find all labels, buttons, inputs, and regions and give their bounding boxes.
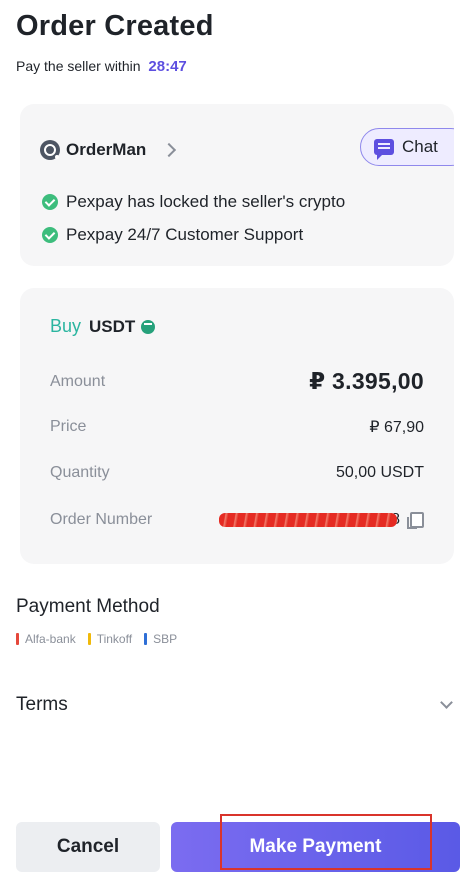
trade-asset: USDT [89, 316, 136, 336]
order-number-value: 8 [219, 511, 424, 529]
quantity-value: 50,00 USDT [335, 464, 424, 481]
assurance-item: Pexpay 24/7 Customer Support [42, 225, 303, 245]
payment-method-item: Tinkoff [87, 632, 133, 646]
order-details-card: Buy USDT Amount ₽ 3.395,00 Price ₽ 67,90… [20, 288, 454, 564]
price-row: Price ₽ 67,90 [50, 417, 424, 437]
method-color-bar [16, 633, 19, 645]
tether-icon [141, 319, 156, 334]
check-circle-icon [42, 227, 58, 243]
assurance-text: Pexpay has locked the seller's crypto [66, 192, 346, 211]
chat-icon [374, 139, 394, 160]
amount-label: Amount [50, 372, 106, 390]
order-number-row: Order Number 8 [50, 511, 424, 529]
terms-toggle[interactable]: Terms [16, 694, 68, 716]
payment-method-name: Alfa-bank [25, 632, 76, 646]
payment-method-item: Alfa-bank [16, 632, 76, 646]
check-circle-icon [42, 194, 58, 210]
order-number-label: Order Number [50, 511, 153, 528]
payment-deadline: Pay the seller within 28:47 [16, 58, 187, 75]
chevron-right-icon [162, 142, 177, 158]
copy-icon[interactable] [407, 512, 424, 529]
merchant-name: OrderMan [66, 140, 147, 159]
merchant-card: OrderMan Chat Pexpay has locked the sell… [20, 104, 454, 266]
payment-method-title: Payment Method [16, 596, 160, 617]
deadline-text: Pay the seller within [16, 58, 141, 74]
trade-side: Buy [50, 316, 82, 336]
price-label: Price [50, 418, 87, 435]
cancel-button[interactable]: Cancel [16, 822, 160, 872]
payment-method-list: Alfa-bank Tinkoff SBP [16, 632, 189, 646]
amount-row: Amount ₽ 3.395,00 [50, 368, 424, 395]
assurance-text: Pexpay 24/7 Customer Support [66, 225, 304, 244]
redacted-order-number [219, 513, 398, 527]
trade-summary: Buy USDT [50, 316, 156, 337]
merchant-link[interactable]: OrderMan [40, 140, 177, 160]
chat-button[interactable]: Chat [360, 128, 454, 166]
avatar [40, 140, 60, 160]
amount-value: ₽ 3.395,00 [309, 368, 424, 394]
assurance-item: Pexpay has locked the seller's crypto [42, 192, 345, 212]
payment-method-name: SBP [153, 632, 178, 646]
quantity-label: Quantity [50, 464, 110, 481]
payment-method-item: SBP [144, 632, 177, 646]
payment-method-name: Tinkoff [96, 632, 133, 646]
page-title: Order Created [16, 10, 214, 42]
countdown-timer: 28:47 [148, 58, 187, 75]
make-payment-button[interactable]: Make Payment [171, 822, 460, 872]
chevron-down-icon[interactable] [440, 696, 453, 709]
method-color-bar [144, 633, 148, 645]
method-color-bar [87, 633, 91, 645]
price-value: ₽ 67,90 [369, 419, 424, 436]
quantity-row: Quantity 50,00 USDT [50, 464, 424, 482]
chat-label: Chat [402, 137, 438, 156]
